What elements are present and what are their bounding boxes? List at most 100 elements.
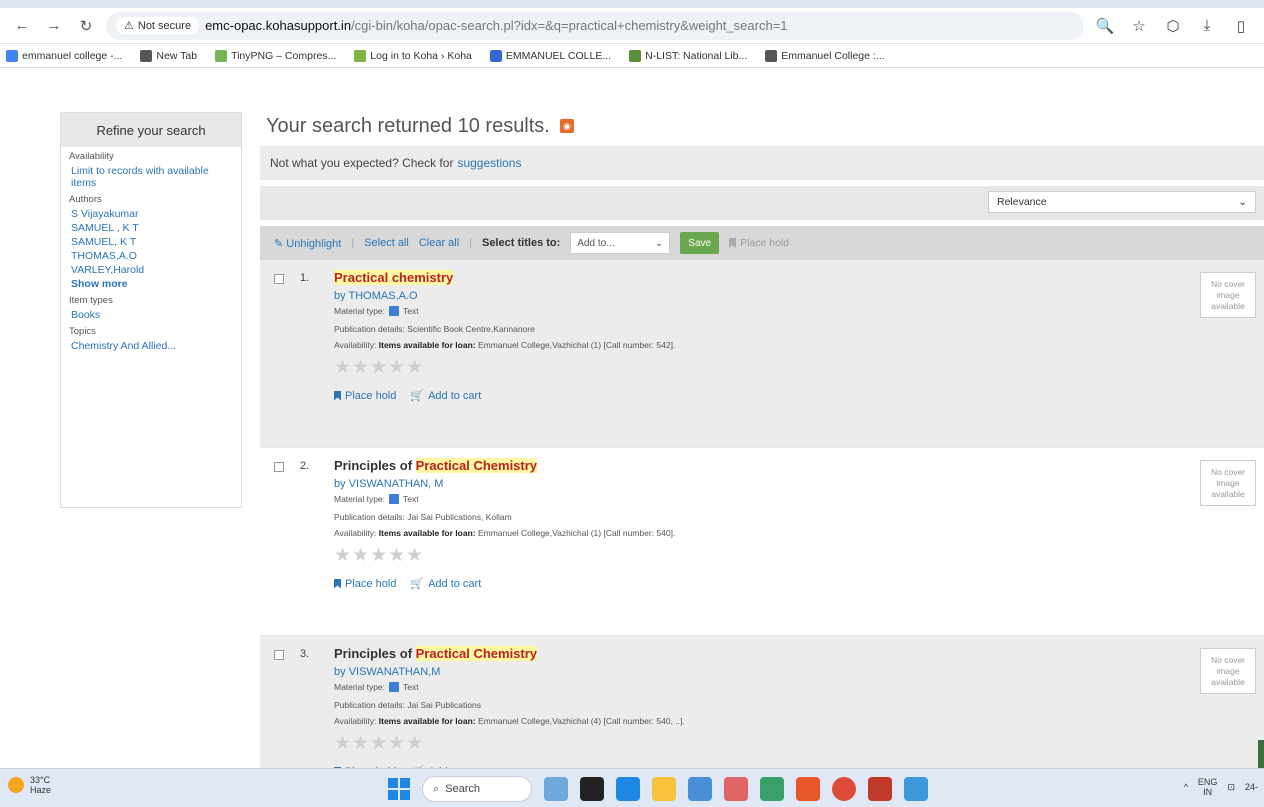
result-item: 2. Principles of Practical Chemistry by VI…: [260, 448, 1264, 636]
bookmark-favicon-icon: [215, 49, 228, 62]
facet-topic-link[interactable]: Chemistry And Allied...: [61, 339, 241, 353]
bookmark-item[interactable]: TinyPNG – Compres...: [215, 49, 336, 62]
zoom-icon[interactable]: 🔍: [1092, 13, 1118, 39]
select-all-link[interactable]: Select all: [364, 237, 409, 249]
download-icon[interactable]: ⤓: [1194, 13, 1220, 39]
result-title-link[interactable]: Principles of Practical Chemistry: [334, 646, 1134, 661]
unhighlight-link[interactable]: ✎ Unhighlight: [274, 237, 341, 250]
result-material-type: Material type: Text: [334, 494, 1134, 504]
facet-availability-link[interactable]: Limit to records with available items: [61, 164, 241, 190]
word-app-icon[interactable]: [688, 777, 712, 801]
pdf-app-icon[interactable]: [868, 777, 892, 801]
material-type-label: Material type:: [334, 494, 386, 504]
result-material-type: Material type: Text: [334, 682, 1134, 692]
result-checkbox[interactable]: [274, 274, 284, 284]
bookmark-item[interactable]: N-LIST: National Lib...: [629, 49, 747, 62]
facet-author-link[interactable]: S Vijayakumar: [61, 207, 241, 221]
selection-toolbar: ✎ Unhighlight | Select all Clear all | S…: [260, 226, 1264, 260]
misc-app-icon[interactable]: [904, 777, 928, 801]
result-availability: Availability: Items available for loan: …: [334, 716, 1134, 726]
book-icon: [389, 682, 400, 692]
result-checkbox[interactable]: [274, 462, 284, 472]
facet-author-link[interactable]: SAMUEL, K T: [61, 235, 241, 249]
bookmark-item[interactable]: EMMANUEL COLLE...: [489, 49, 611, 62]
facet-availability-head: Availability: [69, 151, 114, 162]
facet-topics-head: Topics: [69, 326, 96, 337]
facet-author-link[interactable]: THOMAS,A.O: [61, 249, 241, 263]
availability-status: Items available for loan:: [378, 716, 476, 726]
weather-widget[interactable]: 33°C Haze: [8, 775, 51, 795]
author-link[interactable]: VISWANATHAN,M: [349, 666, 441, 678]
taskbar-search[interactable]: ⌕ Search: [422, 776, 532, 802]
place-hold-link[interactable]: Place hold: [334, 578, 396, 590]
task-view-icon[interactable]: [580, 777, 604, 801]
back-icon[interactable]: ←: [10, 14, 34, 38]
file-explorer-icon[interactable]: [652, 777, 676, 801]
facet-item-types-list: Books: [61, 308, 241, 322]
bookmark-item[interactable]: emmanuel college -...: [6, 49, 122, 62]
chrome-app-icon[interactable]: [832, 777, 856, 801]
widgets-app-icon[interactable]: [544, 777, 568, 801]
bookmark-label: New Tab: [156, 49, 198, 62]
place-hold-link[interactable]: Place hold: [334, 390, 396, 402]
rating-stars[interactable]: ★★★★★: [334, 732, 1134, 755]
suggestions-link[interactable]: suggestions: [457, 156, 521, 170]
add-to-select[interactable]: Add to... ⌄: [570, 232, 671, 254]
bookmark-icon: [334, 578, 341, 589]
highlighted-term: Practical Chemistry: [415, 458, 538, 473]
save-button[interactable]: Save: [680, 232, 720, 254]
forward-icon[interactable]: →: [42, 14, 66, 38]
security-indicator[interactable]: ⚠ Not secure: [116, 17, 200, 34]
excel-app-icon[interactable]: [760, 777, 784, 801]
facet-author-link[interactable]: SAMUEL , K T: [61, 221, 241, 235]
author-link[interactable]: VISWANATHAN, M: [349, 478, 444, 490]
add-to-cart-link[interactable]: 🛒Add to cart: [410, 389, 481, 403]
rss-icon[interactable]: ◉: [559, 119, 574, 133]
web-page: Refine your search Availability Limit to…: [0, 68, 1264, 768]
firefox-app-icon[interactable]: [796, 777, 820, 801]
clock[interactable]: 24-: [1245, 782, 1258, 792]
temperature: 33°C: [30, 775, 51, 785]
result-item: 1. Practical chemistry by THOMAS,A.O Materi…: [260, 260, 1264, 448]
reload-icon[interactable]: ↻: [74, 14, 98, 38]
results-heading: Your search returned 10 results. ◉: [260, 108, 1264, 144]
result-title-link[interactable]: Principles of Practical Chemistry: [334, 458, 1134, 473]
bookmark-item[interactable]: Log in to Koha › Koha: [354, 49, 472, 62]
place-hold-button[interactable]: Place hold: [729, 237, 789, 249]
material-type-value: Text: [403, 306, 419, 316]
chevron-up-icon[interactable]: ^: [1184, 782, 1188, 792]
sort-select[interactable]: Relevance ⌄: [988, 191, 1256, 213]
language-indicator[interactable]: ENG IN: [1198, 777, 1218, 797]
network-icon[interactable]: ⊡: [1227, 782, 1235, 793]
address-bar[interactable]: ⚠ Not secure emc-opac.kohasupport.in/cgi…: [106, 11, 1084, 40]
windows-start-icon[interactable]: [388, 778, 410, 800]
add-to-cart-link[interactable]: 🛒Add to cart: [410, 577, 482, 591]
bookmark-star-icon[interactable]: ☆: [1126, 13, 1152, 39]
result-checkbox[interactable]: [274, 650, 284, 660]
powerpoint-app-icon[interactable]: [724, 777, 748, 801]
suggest-text: Not what you expected? Check for: [270, 156, 454, 170]
chat-app-icon[interactable]: [616, 777, 640, 801]
facet-item-type-link[interactable]: Books: [61, 308, 241, 322]
result-title-link[interactable]: Practical chemistry: [334, 270, 1134, 285]
author-link[interactable]: THOMAS,A.O: [348, 290, 417, 302]
rating-stars[interactable]: ★★★★★: [334, 356, 1134, 379]
security-label: Not secure: [137, 19, 192, 32]
bookmark-item[interactable]: Emmanuel College :...: [765, 49, 885, 62]
show-more-link[interactable]: Show more: [61, 277, 241, 291]
feedback-tab[interactable]: [1258, 740, 1264, 768]
place-hold-label: Place hold: [740, 237, 790, 249]
clear-all-link[interactable]: Clear all: [419, 237, 459, 249]
facet-author-link[interactable]: VARLEY,Harold: [61, 263, 241, 277]
add-to-cart-label: Add to cart: [428, 577, 482, 590]
rating-stars[interactable]: ★★★★★: [334, 544, 1134, 567]
material-type-value: Text: [403, 494, 419, 504]
result-number: 3.: [300, 648, 310, 660]
unhighlight-label: Unhighlight: [286, 237, 342, 250]
select-titles-label: Select titles to:: [482, 237, 561, 249]
publication-label: Publication details:: [334, 700, 405, 710]
result-author: by VISWANATHAN,M: [334, 666, 441, 678]
bookmark-item[interactable]: New Tab: [140, 49, 198, 62]
sidepanel-icon[interactable]: ▯: [1228, 13, 1254, 39]
extensions-icon[interactable]: ⬡: [1160, 13, 1186, 39]
